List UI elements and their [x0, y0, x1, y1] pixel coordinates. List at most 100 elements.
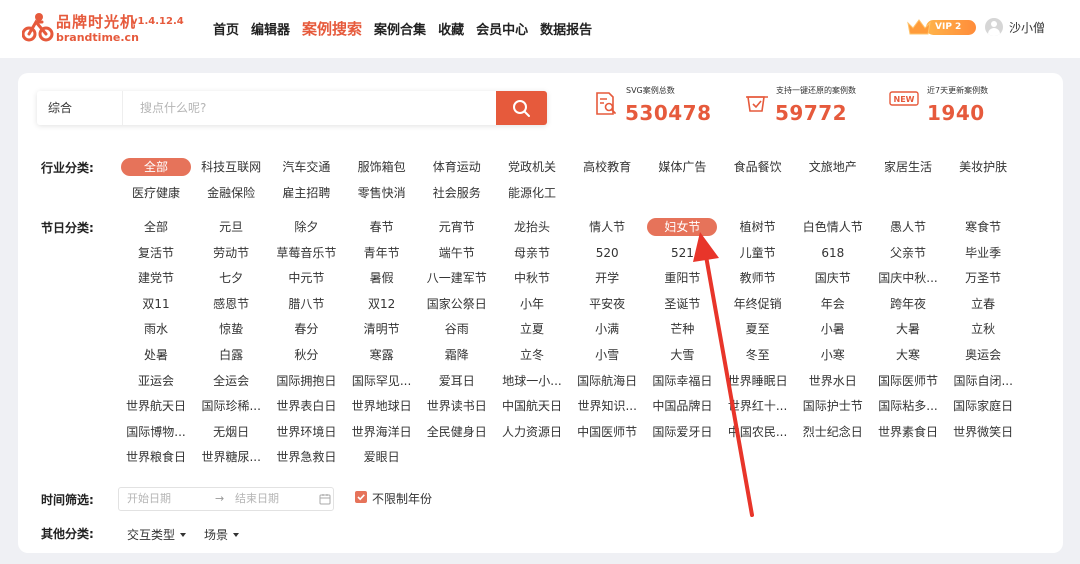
holiday-tag[interactable]: 国际博物... [121, 423, 191, 441]
holiday-tag[interactable]: 平安夜 [572, 295, 642, 313]
holiday-tag[interactable]: 青年节 [347, 244, 417, 262]
holiday-tag[interactable]: 芒种 [647, 320, 717, 338]
holiday-tag[interactable]: 双12 [347, 295, 417, 313]
holiday-tag[interactable]: 草莓音乐节 [271, 244, 341, 262]
holiday-tag[interactable]: 世界读书日 [422, 397, 492, 415]
holiday-tag[interactable]: 小年 [497, 295, 567, 313]
holiday-tag[interactable]: 国际幸福日 [647, 372, 717, 390]
holiday-tag[interactable]: 谷雨 [422, 320, 492, 338]
holiday-tag[interactable]: 大雪 [647, 346, 717, 364]
holiday-tag[interactable]: 国家公祭日 [422, 295, 492, 313]
holiday-tag[interactable]: 世界地球日 [347, 397, 417, 415]
holiday-tag[interactable]: 国际航海日 [572, 372, 642, 390]
holiday-tag[interactable]: 地球一小... [497, 372, 567, 390]
holiday-tag[interactable]: 春节 [347, 218, 417, 236]
holiday-tag[interactable]: 奥运会 [948, 346, 1018, 364]
holiday-tag[interactable]: 立秋 [948, 320, 1018, 338]
holiday-tag[interactable]: 521 [647, 244, 717, 262]
holiday-tag[interactable]: 圣诞节 [647, 295, 717, 313]
holiday-tag[interactable]: 国庆中秋... [873, 269, 943, 287]
holiday-tag[interactable]: 国际粘多... [873, 397, 943, 415]
holiday-tag[interactable]: 国际家庭日 [948, 397, 1018, 415]
holiday-tag[interactable]: 世界粮食日 [121, 448, 191, 466]
holiday-tag[interactable]: 开学 [572, 269, 642, 287]
holiday-tag[interactable]: 腊八节 [271, 295, 341, 313]
holiday-tag[interactable]: 世界红十... [723, 397, 793, 415]
holiday-tag[interactable]: 小寒 [798, 346, 868, 364]
holiday-tag[interactable]: 劳动节 [196, 244, 266, 262]
holiday-tag[interactable]: 人力资源日 [497, 423, 567, 441]
holiday-tag[interactable]: 全部 [121, 218, 191, 236]
brand-logo[interactable]: 品牌时光机 brandtime.cn [22, 10, 139, 44]
nav-editor[interactable]: 编辑器 [251, 19, 290, 38]
holiday-tag[interactable]: 建党节 [121, 269, 191, 287]
holiday-tag[interactable]: 618 [798, 244, 868, 262]
holiday-tag[interactable]: 处暑 [121, 346, 191, 364]
holiday-tag[interactable]: 年会 [798, 295, 868, 313]
holiday-tag[interactable]: 父亲节 [873, 244, 943, 262]
holiday-tag[interactable]: 爱耳日 [422, 372, 492, 390]
holiday-tag[interactable]: 世界素食日 [873, 423, 943, 441]
nav-case-search[interactable]: 案例搜索 [302, 18, 362, 39]
holiday-tag[interactable]: 国际珍稀... [196, 397, 266, 415]
industry-tag[interactable]: 美妆护肤 [948, 158, 1018, 176]
holiday-tag[interactable]: 八一建军节 [422, 269, 492, 287]
holiday-tag[interactable]: 中秋节 [497, 269, 567, 287]
holiday-tag[interactable]: 夏至 [723, 320, 793, 338]
vip-badge[interactable]: VIP 2 [906, 17, 976, 37]
holiday-tag[interactable]: 重阳节 [647, 269, 717, 287]
holiday-tag[interactable]: 中国农民... [723, 423, 793, 441]
holiday-tag[interactable]: 元旦 [196, 218, 266, 236]
holiday-tag[interactable]: 世界水日 [798, 372, 868, 390]
industry-tag[interactable]: 高校教育 [572, 158, 642, 176]
search-type-select[interactable]: 综合 [37, 91, 123, 125]
holiday-tag[interactable]: 全民健身日 [422, 423, 492, 441]
holiday-tag[interactable]: 清明节 [347, 320, 417, 338]
holiday-tag[interactable]: 寒露 [347, 346, 417, 364]
holiday-tag[interactable]: 国际医师节 [873, 372, 943, 390]
holiday-tag[interactable]: 小雪 [572, 346, 642, 364]
industry-tag[interactable]: 家居生活 [873, 158, 943, 176]
holiday-tag[interactable]: 愚人节 [873, 218, 943, 236]
holiday-tag[interactable]: 中国品牌日 [647, 397, 717, 415]
holiday-tag[interactable]: 国际拥抱日 [271, 372, 341, 390]
industry-tag[interactable]: 汽车交通 [271, 158, 341, 176]
holiday-tag[interactable]: 霜降 [422, 346, 492, 364]
industry-tag[interactable]: 食品餐饮 [723, 158, 793, 176]
industry-tag[interactable]: 服饰箱包 [347, 158, 417, 176]
holiday-tag[interactable]: 世界睡眠日 [723, 372, 793, 390]
holiday-tag[interactable]: 国际爱牙日 [647, 423, 717, 441]
nav-collections[interactable]: 案例合集 [374, 19, 426, 38]
holiday-tag[interactable]: 雨水 [121, 320, 191, 338]
holiday-tag[interactable]: 中元节 [271, 269, 341, 287]
holiday-tag[interactable]: 亚运会 [121, 372, 191, 390]
holiday-tag[interactable]: 中国航天日 [497, 397, 567, 415]
holiday-tag[interactable]: 跨年夜 [873, 295, 943, 313]
holiday-tag[interactable]: 世界急救日 [271, 448, 341, 466]
holiday-tag[interactable]: 暑假 [347, 269, 417, 287]
holiday-tag[interactable]: 小满 [572, 320, 642, 338]
holiday-tag[interactable]: 中国医师节 [572, 423, 642, 441]
search-button[interactable] [496, 91, 547, 125]
nav-member-center[interactable]: 会员中心 [476, 19, 528, 38]
holiday-tag[interactable]: 白露 [196, 346, 266, 364]
holiday-tag[interactable]: 520 [572, 244, 642, 262]
search-input[interactable] [124, 91, 496, 125]
holiday-tag[interactable]: 白色情人节 [798, 218, 868, 236]
industry-tag[interactable]: 金融保险 [196, 184, 266, 202]
holiday-tag[interactable]: 除夕 [271, 218, 341, 236]
industry-tag[interactable]: 医疗健康 [121, 184, 191, 202]
holiday-tag[interactable]: 国庆节 [798, 269, 868, 287]
holiday-tag[interactable]: 感恩节 [196, 295, 266, 313]
start-date-field[interactable]: 开始日期 [127, 488, 171, 510]
holiday-tag[interactable]: 爱眼日 [347, 448, 417, 466]
holiday-tag[interactable]: 立春 [948, 295, 1018, 313]
holiday-tag[interactable]: 情人节 [572, 218, 642, 236]
holiday-tag[interactable]: 国际自闭... [948, 372, 1018, 390]
interaction-type-dropdown[interactable]: 交互类型 [127, 526, 187, 543]
holiday-tag[interactable]: 立夏 [497, 320, 567, 338]
holiday-tag[interactable]: 复活节 [121, 244, 191, 262]
holiday-tag[interactable]: 国际护士节 [798, 397, 868, 415]
holiday-tag[interactable]: 大暑 [873, 320, 943, 338]
industry-tag[interactable]: 文旅地产 [798, 158, 868, 176]
